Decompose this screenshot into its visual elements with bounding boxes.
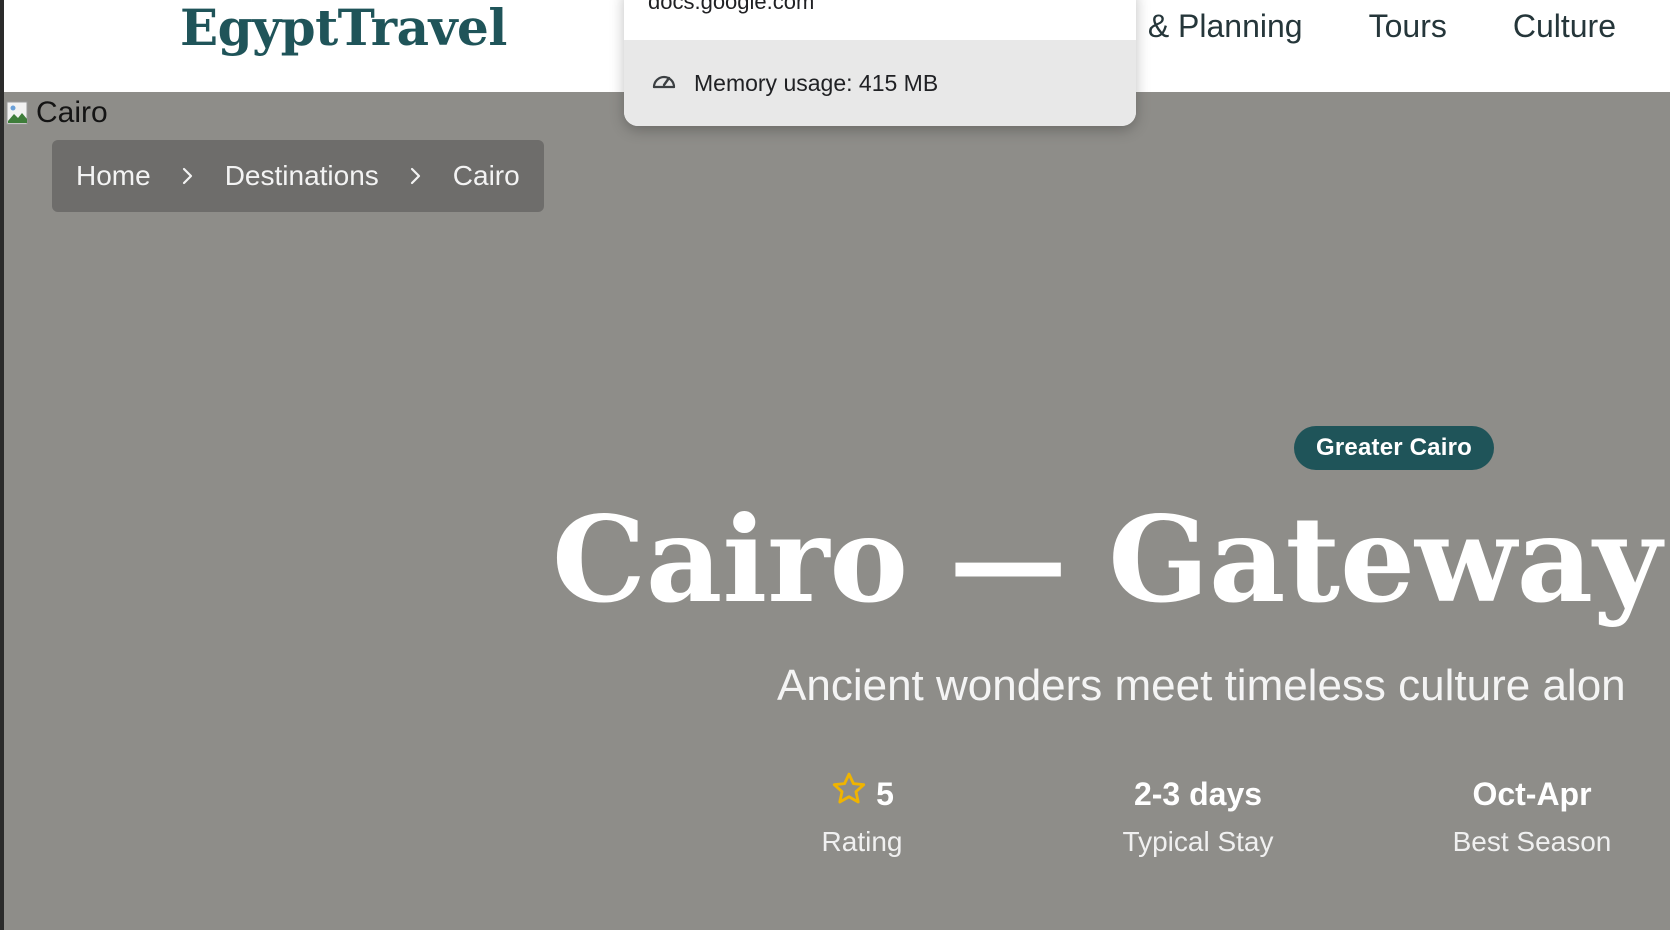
breadcrumb-current: Cairo	[452, 160, 520, 191]
hero-image-broken: Cairo	[6, 96, 108, 130]
region-badge: Greater Cairo	[1294, 426, 1494, 470]
hero-image-alt-text: Cairo	[36, 96, 108, 129]
chevron-right-icon	[179, 167, 197, 185]
nav-item-tours[interactable]: Tours	[1369, 8, 1447, 48]
stat-rating-label: Rating	[821, 826, 903, 857]
stat-rating: 5 Rating	[752, 772, 972, 858]
browser-site-popup: docs.google.com Memory usage: 415 MB	[624, 0, 1136, 126]
stats-row: 5 Rating 2-3 days Typical Stay Oct-Apr B…	[4, 772, 1670, 892]
stat-rating-value: 5	[876, 776, 894, 812]
popup-domain: docs.google.com	[624, 0, 1136, 40]
nav-item-culture[interactable]: Culture	[1513, 8, 1616, 48]
gauge-icon	[650, 68, 678, 98]
page-subtitle: Ancient wonders meet timeless culture al…	[777, 661, 1626, 710]
memory-usage-text: Memory usage: 415 MB	[694, 69, 939, 96]
memory-usage-row: Memory usage: 415 MB	[624, 40, 1136, 126]
star-icon	[830, 770, 868, 819]
hero-section: Cairo Home Destinations Cairo Greater Ca…	[4, 92, 1670, 930]
stat-typical-stay: 2-3 days Typical Stay	[1088, 772, 1308, 858]
site-logo[interactable]: EgyptTravel	[180, 0, 507, 56]
breadcrumb: Home Destinations Cairo	[52, 140, 544, 212]
stat-best-season-label: Best Season	[1452, 826, 1612, 857]
chevron-right-icon	[407, 167, 425, 185]
page: EgyptTravel & Planning Tours Culture Cai…	[0, 0, 1670, 930]
stat-best-season: Oct-Apr Best Season	[1422, 772, 1642, 858]
nav-item-planning[interactable]: & Planning	[1148, 8, 1303, 48]
popup-domain-text: docs.google.com	[648, 0, 815, 14]
stat-typical-stay-label: Typical Stay	[1122, 826, 1274, 857]
breadcrumb-destinations[interactable]: Destinations	[225, 160, 379, 192]
stat-best-season-value: Oct-Apr	[1472, 776, 1592, 812]
breadcrumb-home[interactable]: Home	[76, 160, 151, 192]
main-nav: & Planning Tours Culture	[1148, 8, 1670, 48]
page-title: Cairo — Gateway t	[552, 490, 1670, 629]
broken-image-icon	[6, 99, 34, 127]
stat-typical-stay-value: 2-3 days	[1133, 776, 1263, 812]
